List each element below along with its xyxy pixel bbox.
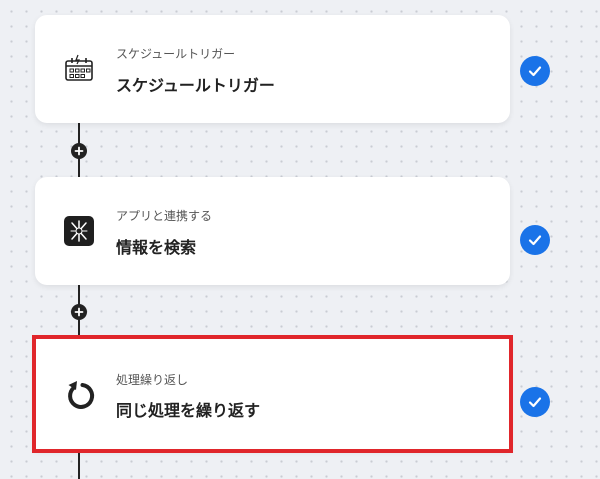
- add-step-button[interactable]: [71, 304, 87, 320]
- step-title: スケジュールトリガー: [116, 76, 275, 95]
- check-icon: [528, 397, 542, 408]
- check-icon: [528, 235, 542, 246]
- plus-icon: [74, 146, 84, 156]
- step-subtitle: アプリと連携する: [116, 209, 213, 223]
- step-subtitle: スケジュールトリガー: [116, 47, 236, 61]
- connector-line: [78, 448, 80, 479]
- status-badge: [520, 225, 550, 255]
- step-card-app-integration[interactable]: アプリと連携する 情報を検索: [35, 177, 510, 285]
- status-badge: [520, 387, 550, 417]
- step-title: 情報を検索: [116, 238, 197, 257]
- add-step-button[interactable]: [71, 143, 87, 159]
- step-card-loop[interactable]: 処理繰り返し 同じ処理を繰り返す: [32, 335, 513, 453]
- plus-icon: [74, 307, 84, 317]
- step-title: 同じ処理を繰り返す: [116, 401, 261, 420]
- step-subtitle: 処理繰り返し: [116, 373, 189, 387]
- step-card-schedule-trigger[interactable]: スケジュールトリガー スケジュールトリガー: [35, 15, 510, 123]
- loop-arrow-icon: [60, 375, 98, 413]
- calendar-clock-icon: [60, 50, 98, 88]
- check-icon: [528, 66, 542, 77]
- status-badge: [520, 56, 550, 86]
- app-integration-icon: [60, 212, 98, 250]
